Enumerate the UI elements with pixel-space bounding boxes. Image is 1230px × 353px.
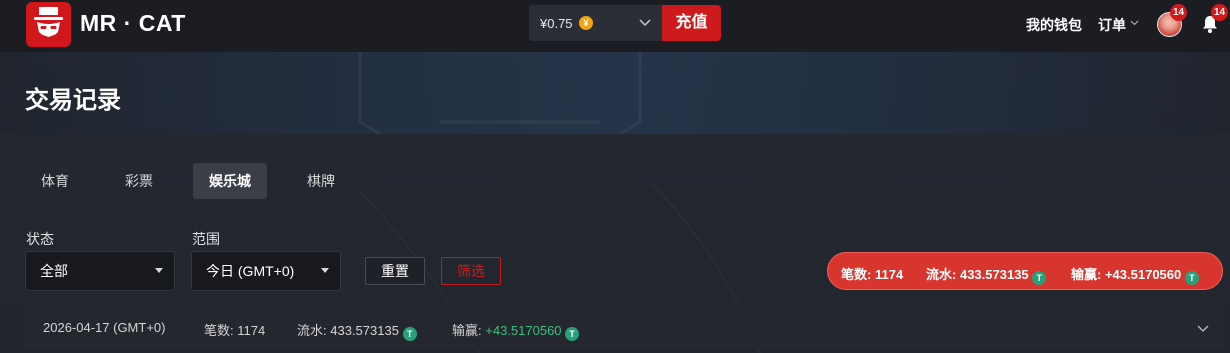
avatar-badge: 14 [1170,4,1188,21]
my-wallet-link[interactable]: 我的钱包 [1026,15,1082,35]
tether-icon: T [1184,271,1199,285]
cat-logo-icon[interactable] [26,2,71,47]
tether-icon: T [402,327,417,341]
notification-badge: 14 [1211,4,1229,21]
daily-record-row[interactable]: 2026-04-17 (GMT+0) 笔数: 1174 流水: 433.5731… [25,307,1223,349]
balance-dropdown[interactable]: ¥0.75 ¥ [529,5,662,41]
summary-turnover-label: 流水: [926,267,957,282]
range-select-value: 今日 (GMT+0) [206,263,295,279]
record-turnover: 流水: 433.573135 T [297,320,417,341]
caret-down-icon [155,268,163,273]
tab-casino[interactable]: 娱乐城 [193,163,267,199]
brand-name[interactable]: MR · CAT [80,10,186,37]
record-turnover-label: 流水: [297,323,327,338]
tether-icon: T [1032,271,1047,285]
reset-button[interactable]: 重置 [365,257,425,285]
chevron-down-icon [1130,20,1139,26]
record-count-value: 1174 [237,323,266,338]
filter-button[interactable]: 筛选 [441,257,501,285]
summary-count-label: 笔数: [841,267,872,282]
top-navigation-bar: MR · CAT ¥0.75 ¥ 充值 我的钱包 订单 14 14 [0,0,1230,52]
page-title: 交易记录 [25,87,121,114]
status-select[interactable]: 全部 [25,251,175,291]
summary-winloss-label: 输赢: [1071,267,1102,282]
range-filter-label: 范围 [192,231,220,247]
chevron-down-icon[interactable] [1197,322,1209,334]
summary-turnover: 流水: 433.573135 T [926,264,1047,285]
record-winloss: 输赢: +43.5170560 T [452,320,580,341]
summary-count: 笔数: 1174 [841,264,903,283]
orders-menu[interactable]: 订单 [1098,15,1126,35]
record-winloss-label: 输赢: [452,323,482,338]
summary-badge: 笔数: 1174 流水: 433.573135 T 输赢: +43.517056… [827,252,1223,290]
yuan-coin-icon: ¥ [579,16,593,30]
summary-count-value: 1174 [874,267,904,282]
recharge-button[interactable]: 充值 [662,5,721,41]
record-turnover-value: 433.573135 [330,323,399,338]
tab-lottery[interactable]: 彩票 [109,163,169,199]
record-date: 2026-04-17 (GMT+0) [43,320,166,335]
record-count: 笔数: 1174 [204,320,265,339]
status-select-value: 全部 [40,263,68,279]
tab-sports[interactable]: 体育 [25,163,85,199]
range-select[interactable]: 今日 (GMT+0) [191,251,341,291]
chevron-down-icon [639,19,651,27]
status-filter-label: 状态 [26,231,54,247]
tether-icon: T [565,327,580,341]
caret-down-icon [321,268,329,273]
record-count-label: 笔数: [204,323,234,338]
summary-turnover-value: 433.573135 [959,267,1029,282]
tab-chess-cards[interactable]: 棋牌 [291,163,351,199]
record-winloss-value: +43.5170560 [485,323,562,338]
summary-winloss: 输赢: +43.5170560 T [1071,264,1199,285]
balance-amount: ¥0.75 [540,16,573,31]
summary-winloss-value: +43.5170560 [1104,267,1182,282]
